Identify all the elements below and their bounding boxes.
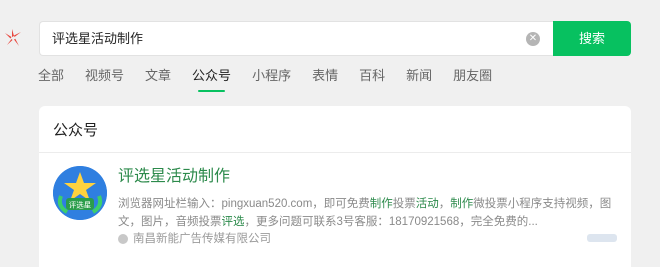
- search-query-text: 评选星活动制作: [52, 31, 144, 46]
- section-title: 公众号: [53, 122, 99, 139]
- result-snippet: 浏览器网址栏输入：pingxuan520.com，即可免费制作投票活动，制作微投…: [118, 198, 612, 228]
- search-category-tabs: 全部 视频号 文章 公众号 小程序 表情 百科 新闻 朋友圈: [38, 68, 513, 94]
- verified-icon: [118, 234, 128, 244]
- divider: [39, 152, 631, 153]
- search-input[interactable]: 评选星活动制作 ✕: [39, 21, 553, 56]
- search-button[interactable]: 搜索: [553, 21, 631, 56]
- tab-all[interactable]: 全部: [38, 68, 64, 94]
- tab-encyclopedia[interactable]: 百科: [359, 68, 385, 94]
- clear-icon[interactable]: ✕: [526, 32, 540, 46]
- avatar-image: 评选星: [53, 166, 107, 220]
- source-name: 南昌新能广告传媒有限公司: [133, 233, 271, 245]
- avatar-label: 评选星: [69, 200, 92, 210]
- blurred-tag: [587, 234, 617, 242]
- tab-stickers[interactable]: 表情: [312, 68, 338, 94]
- tab-articles[interactable]: 文章: [145, 68, 171, 94]
- result-source: 南昌新能广告传媒有限公司: [118, 231, 271, 247]
- wechat-search-logo-icon: [5, 29, 21, 46]
- tab-mini-programs[interactable]: 小程序: [252, 68, 291, 94]
- tab-news[interactable]: 新闻: [406, 68, 432, 94]
- tab-channels[interactable]: 视频号: [85, 68, 124, 94]
- account-avatar[interactable]: 评选星: [53, 166, 107, 220]
- tab-official-accounts[interactable]: 公众号: [192, 68, 231, 94]
- results-card: 公众号 评选星 评选星活动制作 浏览器网址栏输入：pingxuan520.com…: [39, 106, 631, 267]
- result-title-link[interactable]: 评选星活动制作: [118, 167, 230, 187]
- tab-moments[interactable]: 朋友圈: [453, 68, 492, 94]
